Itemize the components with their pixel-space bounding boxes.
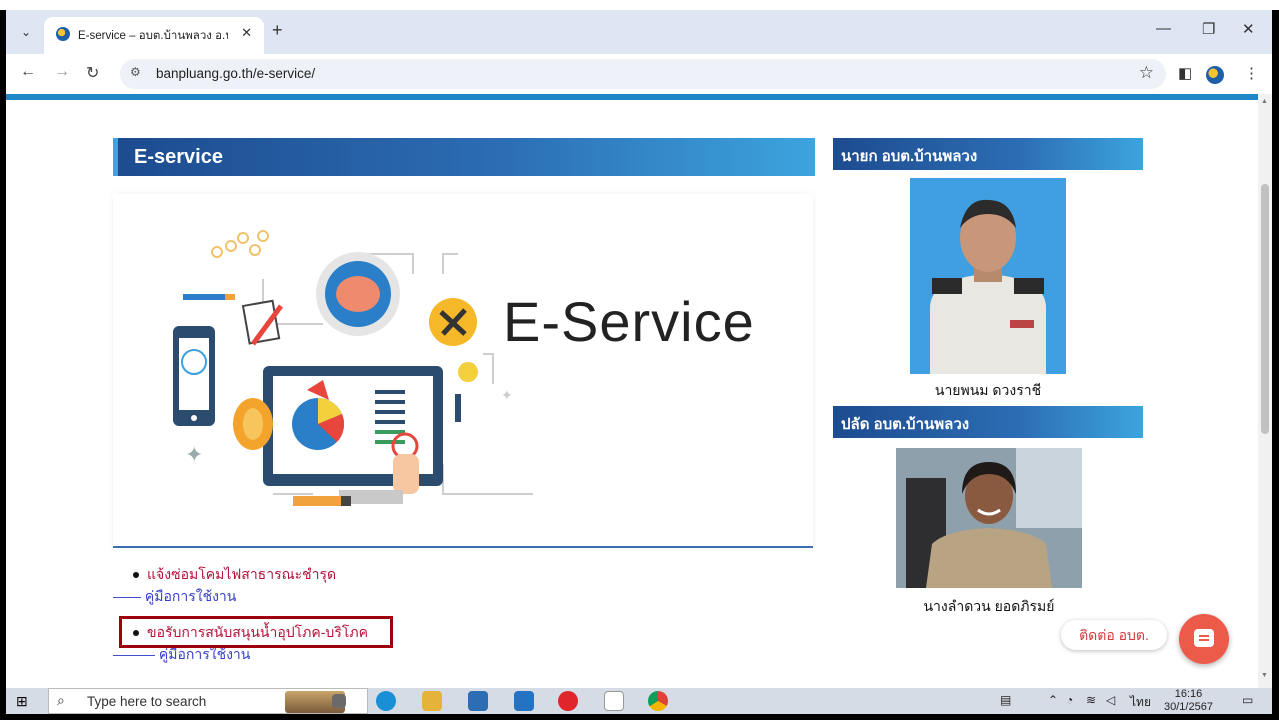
language-indicator[interactable]: ไทย [1130,693,1151,712]
forward-arrow-icon[interactable]: → [54,63,70,81]
menu-kebab-icon[interactable]: ⋮ [1244,64,1259,82]
top-edge [0,0,1279,10]
task-view-icon[interactable] [332,694,346,708]
wifi-icon[interactable]: ≋ [1086,693,1096,707]
address-bar[interactable]: ⚙ banpluang.go.th/e-service/ ☆ [120,59,1166,89]
clerk-photo [896,448,1082,588]
page-scrollbar[interactable]: ▲ ▼ [1258,94,1272,688]
web-page: E-service ✦ ✦ E-Service แจ้งซ่อมโคมไฟสาธ… [6,94,1272,688]
page-title: E-service [134,146,223,168]
bookmark-star-icon[interactable]: ☆ [1139,63,1154,83]
minimize-icon[interactable]: — [1156,20,1171,37]
clerk-section-header: ปลัด อบต.บ้านพลวง [833,406,1143,438]
clock-time: 16:16 [1174,688,1203,700]
tab-strip: ⌄ E-service – อบต.บ้านพลวง อ.ปราสา ✕ + —… [6,10,1272,54]
profile-avatar-icon[interactable] [1206,66,1224,84]
mayor-portrait [930,199,1046,374]
manual-link-label[interactable]: คู่มือการใช้งาน [159,646,250,662]
highlight-box [119,616,393,648]
chat-bubble-icon [1194,629,1214,647]
store-icon[interactable] [468,691,488,711]
notepad-icon[interactable] [604,691,624,711]
bullet [133,572,139,579]
tray-chevron-icon[interactable]: ⌃ [1048,693,1058,707]
tab-title: E-service – อบต.บ้านพลวง อ.ปราสา [78,30,228,42]
windows-taskbar: ⊞ ⌕ Type here to search ▤ ⌃ ◔ ≋ ◁ ไทย 16… [6,688,1272,714]
window-close-icon[interactable]: ✕ [1242,20,1255,38]
browser-window: ⌄ E-service – อบต.บ้านพลวง อ.ปราสา ✕ + —… [6,10,1272,714]
opera-icon[interactable] [558,691,578,711]
clerk-portrait [896,448,1082,588]
banner-illustration: ✦ ✦ [173,230,533,506]
taskbar-search[interactable]: ⌕ Type here to search [48,688,368,714]
volume-icon[interactable]: ◁ [1106,693,1115,707]
search-placeholder[interactable]: Type here to search [87,694,206,709]
site-info-icon[interactable]: ⚙ [130,65,141,79]
e-service-banner-image: ✦ ✦ E-Service [113,194,813,548]
service-link-label[interactable]: แจ้งซ่อมโคมไฟสาธารณะชำรุด [147,566,336,582]
manual-link-label[interactable]: คู่มือการใช้งาน [145,588,236,604]
manual-prefix: ——— [113,646,155,662]
manual-prefix: —— [113,588,141,604]
clock-date: 30/1/2567 [1164,701,1213,713]
keyboard-layout-icon[interactable]: ▤ [1000,693,1011,707]
chrome-icon[interactable] [648,691,668,711]
network-icon[interactable]: ◔ [1066,693,1073,707]
contact-label[interactable]: ติดต่อ อบต. [1061,620,1167,650]
scroll-down-icon[interactable]: ▼ [1261,672,1268,679]
page-top-bar [6,94,1258,100]
tab-close-icon[interactable]: ✕ [241,25,252,41]
site-favicon-icon [56,27,70,41]
mayor-photo [910,178,1066,374]
banner-title: E-Service [503,290,755,353]
back-arrow-icon[interactable]: ← [20,63,36,81]
taskbar-clock[interactable]: 16:16 30/1/2567 [1164,688,1213,714]
notifications-icon[interactable]: ▭ [1242,693,1253,707]
restore-icon[interactable]: ❐ [1202,20,1215,38]
mail-icon[interactable] [514,691,534,711]
edge-icon[interactable] [376,691,396,711]
service-item-streetlight-repair[interactable]: แจ้งซ่อมโคมไฟสาธารณะชำรุด [133,564,336,586]
browser-toolbar: ← → ↻ ⚙ banpluang.go.th/e-service/ ☆ ◧ ⋮ [6,54,1272,94]
new-tab-button[interactable]: + [272,20,283,41]
reload-icon[interactable]: ↻ [86,63,99,83]
tab-search-chevron-icon[interactable]: ⌄ [16,22,36,42]
scrollbar-thumb[interactable] [1261,184,1269,434]
mayor-section-header: นายก อบต.บ้านพลวง [833,138,1143,170]
url-text[interactable]: banpluang.go.th/e-service/ [156,66,315,81]
mayor-name: นายพนม ดวงราชี [934,382,1042,398]
clerk-name: นางลำดวน ยอดภิรมย์ [923,598,1055,614]
scroll-up-icon[interactable]: ▲ [1261,98,1268,105]
manual-link-streetlight[interactable]: —— คู่มือการใช้งาน [113,586,236,608]
search-icon: ⌕ [57,692,65,708]
file-explorer-icon[interactable] [422,691,442,711]
clerk-heading: ปลัด อบต.บ้านพลวง [841,416,970,433]
main-section-header: E-service [113,138,815,176]
svg-text:✦: ✦ [185,442,203,467]
side-panel-icon[interactable]: ◧ [1178,64,1192,82]
mayor-heading: นายก อบต.บ้านพลวง [841,148,978,165]
chat-button[interactable] [1179,614,1229,664]
active-tab[interactable]: E-service – อบต.บ้านพลวง อ.ปราสา ✕ [44,17,264,54]
svg-text:✦: ✦ [501,387,513,403]
windows-start-icon[interactable]: ⊞ [16,693,28,710]
